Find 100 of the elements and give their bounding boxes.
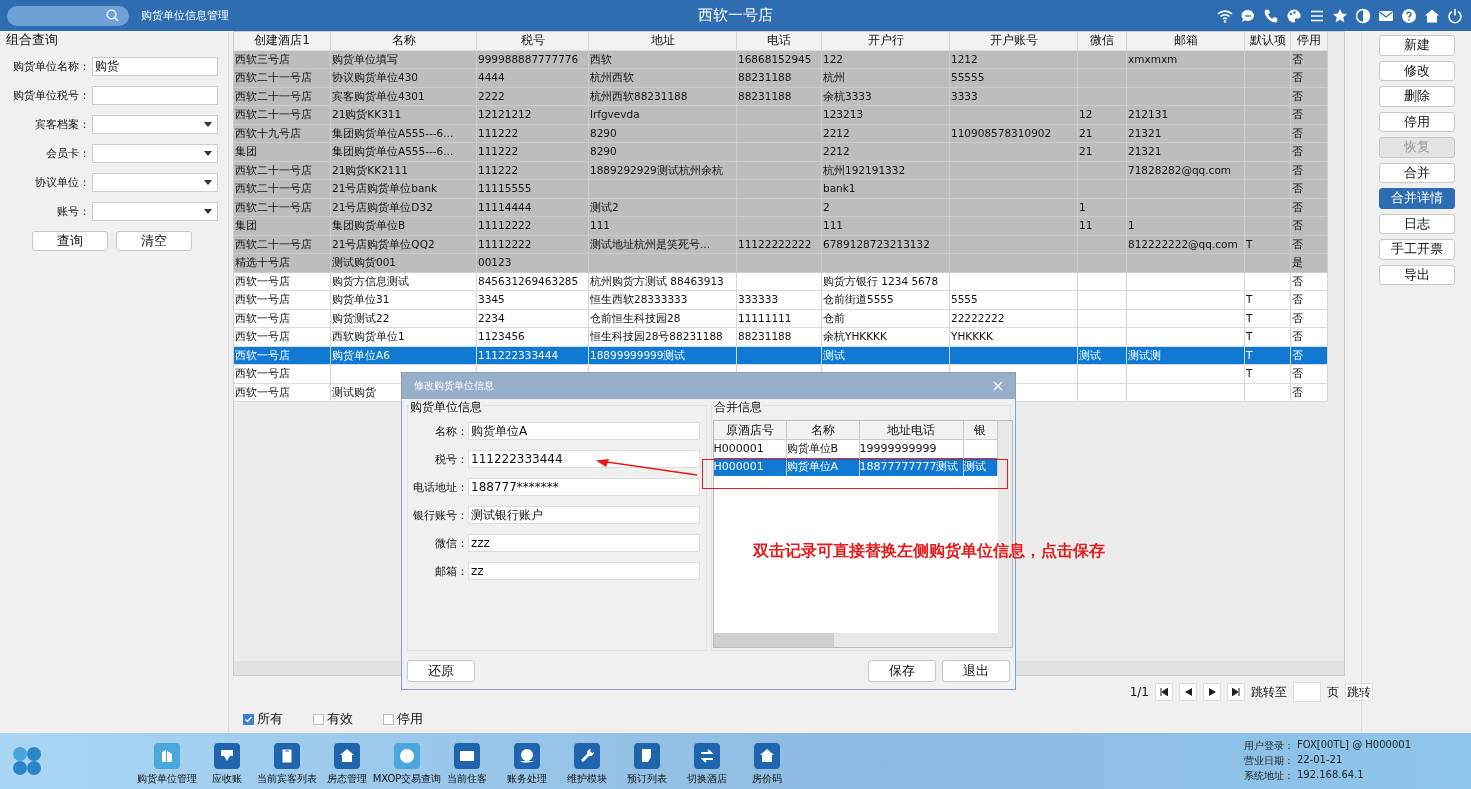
table-cell: H000001: [713, 460, 764, 473]
table-cell: T: [1246, 367, 1253, 379]
table-cell: 88231188: [738, 89, 792, 102]
table-cell: 3333: [951, 89, 978, 102]
taskbar-label: 当前宾客列表: [257, 771, 317, 786]
field-label: 账号：: [56, 204, 90, 219]
table-cell: 1212: [951, 52, 978, 65]
table-cell: 2212: [823, 126, 850, 139]
table-cell: 集团购货单位B: [332, 219, 406, 231]
table-cell: 否: [1292, 71, 1303, 83]
hotel-name: 西软一号店: [698, 6, 773, 25]
table-cell: 21购货KK2111: [332, 163, 408, 176]
field-label: 税号：: [434, 451, 468, 467]
table-cell: 西软二十一号店: [235, 163, 312, 176]
status-label: 系统地址：: [1243, 769, 1294, 783]
table-cell: 16868152945: [738, 52, 812, 65]
table-cell: 845631269463285: [478, 274, 579, 287]
table-cell: T: [1246, 311, 1253, 324]
table-cell: 11111111: [738, 311, 792, 324]
table-cell: 集团购货单位A555---6...: [332, 126, 454, 139]
table-cell: 333333: [738, 293, 779, 305]
taskbar-label: 切换酒店: [687, 771, 727, 786]
table-cell: 是: [1292, 256, 1303, 268]
taskbar-label: 维护模块: [567, 771, 607, 786]
table-cell: 88231188: [738, 330, 792, 342]
table-cell: 21号店购货单位QQ2: [332, 237, 435, 250]
table-cell: 否: [1292, 163, 1303, 176]
table-cell: 999988887777776: [478, 52, 579, 65]
table-cell: 4444: [478, 71, 505, 83]
group-title: 购货单位信息: [410, 399, 482, 416]
table-cell: 00123: [478, 256, 512, 268]
group-title: 组合查询: [5, 31, 59, 49]
table-cell: 1889292929测试杭州余杭: [590, 163, 723, 176]
table-cell: 22222222: [951, 311, 1005, 324]
table-cell: 购货方信息测试: [332, 274, 409, 287]
table-cell: YHKKKK: [951, 330, 993, 342]
status-label: 营业日期：: [1243, 754, 1294, 768]
table-cell: 西软一号店: [235, 274, 290, 287]
table-cell: 2222: [478, 89, 505, 102]
table-cell: 21购货KK311: [332, 108, 402, 120]
table-cell: 21321: [1128, 145, 1162, 157]
table-cell: 西软二十一号店: [235, 200, 312, 213]
table-cell: T: [1246, 330, 1253, 342]
table-cell: 11122222222: [738, 237, 812, 250]
field-label: 会员卡：: [45, 146, 90, 161]
table-cell: 集团: [235, 145, 257, 157]
field-label: 电话地址：: [412, 479, 468, 495]
table-cell: 宾客购货单位4301: [332, 89, 425, 102]
table-cell: 111: [823, 219, 844, 231]
taskbar-label: 房价码: [752, 771, 782, 786]
taskbar-label: 账务处理: [507, 771, 547, 786]
table-cell: 西软二十一号店: [235, 108, 312, 120]
table-cell: 否: [1292, 274, 1303, 287]
table-cell: 购货单位B: [786, 442, 839, 455]
field-label: 邮箱：: [434, 563, 468, 579]
table-cell: 购货测试22: [332, 311, 390, 324]
taskbar-label: 应收账: [212, 771, 242, 786]
table-cell: 恒生西软28333333: [590, 293, 688, 305]
table-cell: 6789128723213132: [823, 237, 930, 250]
field-label: 微信：: [434, 535, 468, 551]
table-cell: 西软二十一号店: [235, 71, 312, 83]
table-cell: 测试测: [1128, 348, 1161, 361]
table-cell: 西软一号店: [235, 385, 290, 398]
table-cell: 西软十九号店: [235, 126, 301, 139]
checkbox-label: 有效: [327, 710, 353, 728]
table-cell: 21321: [1128, 126, 1162, 139]
table-cell: 否: [1292, 311, 1303, 324]
table-cell: 21号店购货单位D32: [332, 200, 433, 213]
table-cell: 西软购货单位1: [332, 330, 405, 342]
module-title: 购货单位信息管理: [141, 8, 229, 23]
table-cell: 西软一号店: [235, 311, 290, 324]
field-label: 协议单位：: [34, 175, 90, 190]
table-cell: 否: [1292, 385, 1303, 398]
table-cell: 否: [1292, 348, 1303, 361]
table-cell: 11: [1079, 219, 1093, 231]
table-cell: 余杭3333: [823, 89, 872, 102]
taskbar-label: 购货单位管理: [137, 771, 197, 786]
table-cell: 测试: [963, 460, 986, 473]
table-cell: 12: [1079, 108, 1093, 120]
status-value: 22-01-21: [1296, 754, 1343, 767]
table-cell: bank1: [823, 182, 856, 194]
table-cell: 西软二十一号店: [235, 237, 312, 250]
table-cell: 仓前街道5555: [823, 293, 894, 305]
status-value: 192.168.64.1: [1296, 769, 1364, 782]
table-cell: 购货单位31: [332, 293, 390, 305]
table-cell: 12121212: [478, 108, 532, 120]
table-cell: 1123456: [478, 330, 525, 342]
table-cell: 余杭YHKKKK: [823, 330, 887, 342]
table-cell: 111: [590, 219, 611, 231]
status-label: 用户登录：: [1243, 739, 1294, 753]
table-cell: H000001: [713, 442, 764, 455]
table-cell: 否: [1292, 237, 1303, 250]
table-cell: 212131: [1128, 108, 1169, 120]
table-cell: 西软二十一号店: [235, 89, 312, 102]
page-count: 1/1: [1129, 685, 1149, 699]
table-cell: 3345: [478, 293, 505, 305]
table-cell: 杭州: [823, 71, 845, 83]
field-label: 购货单位名称：: [12, 59, 90, 74]
table-cell: 否: [1292, 219, 1303, 231]
table-cell: 11114444: [478, 200, 532, 213]
